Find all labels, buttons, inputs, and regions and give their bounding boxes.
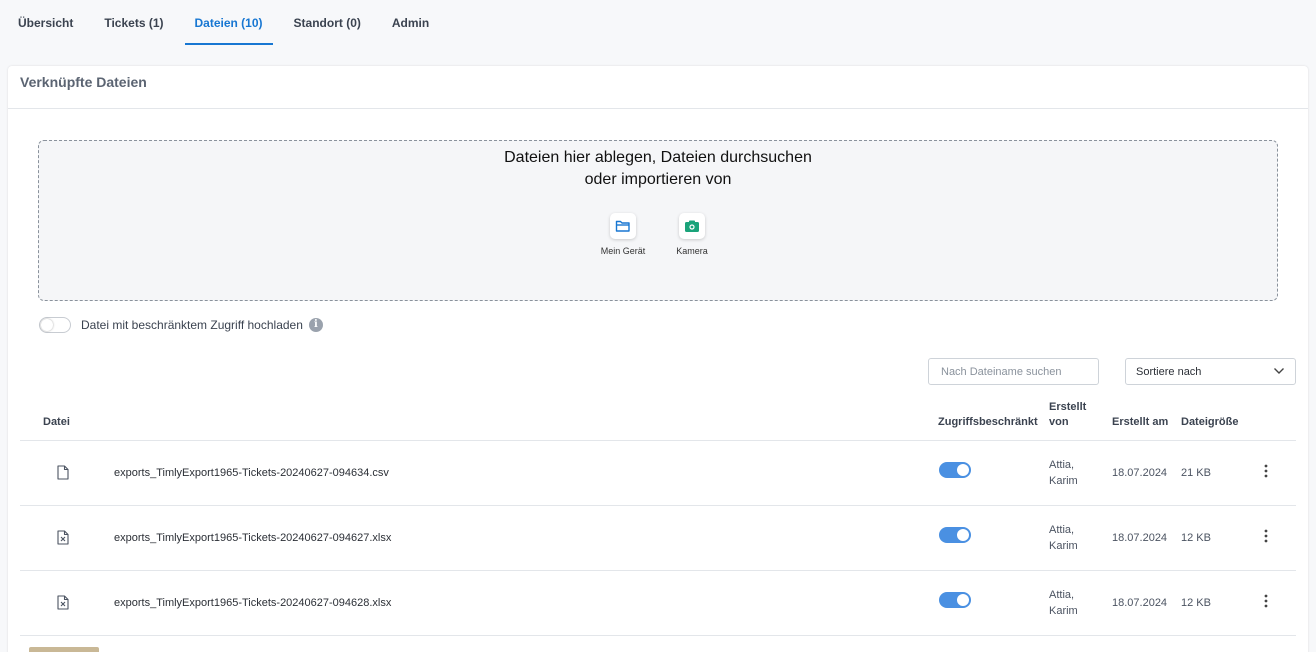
- author-first: Karim: [1049, 605, 1078, 617]
- restricted-toggle[interactable]: [939, 527, 971, 543]
- restricted-toggle[interactable]: [939, 592, 971, 608]
- excel-file-icon: [57, 595, 69, 613]
- dropzone-text: Dateien hier ablegen, Dateien durchsuche…: [39, 147, 1277, 191]
- tab-files[interactable]: Dateien (10): [184, 0, 273, 45]
- header-size[interactable]: Dateigröße: [1181, 415, 1238, 430]
- my-device-button[interactable]: Mein Gerät: [593, 213, 653, 256]
- folder-icon: [610, 213, 636, 239]
- table-header: Datei Zugriffsbeschränkt Erstellt von Er…: [20, 396, 1296, 441]
- more-options-icon[interactable]: [1256, 461, 1276, 481]
- file-name[interactable]: exports_TimlyExport1965-Tickets-20240627…: [114, 532, 391, 544]
- tab-admin[interactable]: Admin: [382, 0, 439, 45]
- table-row[interactable]: exports_TimlyExport1965-Tickets-20240627…: [20, 441, 1296, 506]
- created-date: 18.07.2024: [1112, 532, 1168, 544]
- restricted-upload-label: Datei mit beschränktem Zugriff hochladen: [81, 318, 303, 332]
- file-name[interactable]: exports_TimlyExport1965-Tickets-20240627…: [114, 597, 391, 609]
- camera-label: Kamera: [676, 246, 708, 256]
- my-device-label: Mein Gerät: [600, 246, 646, 256]
- header-created-by-line2: von: [1049, 416, 1069, 428]
- file-size: 12 KB: [1181, 597, 1211, 609]
- card-title: Verknüpfte Dateien: [8, 66, 1308, 109]
- tab-location[interactable]: Standort (0): [284, 0, 371, 45]
- header-restricted[interactable]: Zugriffsbeschränkt: [938, 415, 1038, 430]
- restricted-upload-row: Datei mit beschränktem Zugriff hochladen…: [39, 317, 323, 333]
- author-first: Karim: [1049, 540, 1078, 552]
- file-size: 21 KB: [1181, 467, 1211, 479]
- tab-overview[interactable]: Übersicht: [8, 0, 83, 45]
- camera-button[interactable]: Kamera: [662, 213, 722, 256]
- created-date: 18.07.2024: [1112, 597, 1168, 609]
- table-row[interactable]: exports_TimlyExport1965-Tickets-20240627…: [20, 506, 1296, 571]
- restricted-upload-toggle[interactable]: [39, 317, 71, 333]
- created-date: 18.07.2024: [1112, 467, 1168, 479]
- author: Attia, Karim: [1049, 457, 1078, 489]
- author-first: Karim: [1049, 475, 1078, 487]
- file-name[interactable]: exports_TimlyExport1965-Tickets-20240627…: [114, 467, 389, 479]
- author-last: Attia,: [1049, 459, 1075, 471]
- author: Attia, Karim: [1049, 522, 1078, 554]
- excel-file-icon: [57, 530, 69, 548]
- tab-tickets[interactable]: Tickets (1): [94, 0, 173, 45]
- file-dropzone[interactable]: Dateien hier ablegen, Dateien durchsuche…: [38, 140, 1278, 301]
- sort-label: Sortiere nach: [1136, 365, 1202, 378]
- header-created-at[interactable]: Erstellt am: [1112, 415, 1168, 430]
- info-icon[interactable]: i: [308, 318, 323, 332]
- header-created-by-line1: Erstellt: [1049, 401, 1087, 413]
- camera-icon: [679, 213, 705, 239]
- chevron-down-icon: [1273, 366, 1285, 378]
- more-options-icon[interactable]: [1256, 591, 1276, 611]
- author: Attia, Karim: [1049, 587, 1078, 619]
- dropzone-text-line2: oder importieren von: [584, 171, 732, 188]
- more-options-icon[interactable]: [1256, 526, 1276, 546]
- file-size: 12 KB: [1181, 532, 1211, 544]
- sort-dropdown[interactable]: Sortiere nach: [1125, 358, 1296, 385]
- author-last: Attia,: [1049, 524, 1075, 536]
- tab-bar: Übersicht Tickets (1) Dateien (10) Stand…: [0, 0, 1316, 46]
- linked-files-card: Verknüpfte Dateien Dateien hier ablegen,…: [8, 66, 1308, 652]
- restricted-toggle[interactable]: [939, 462, 971, 478]
- image-thumbnail[interactable]: [29, 647, 99, 652]
- dropzone-text-line1: Dateien hier ablegen, Dateien durchsuche…: [504, 149, 812, 166]
- file-icon: [57, 465, 69, 483]
- table-row[interactable]: exports_TimlyExport1965-Tickets-20240627…: [20, 571, 1296, 636]
- header-file[interactable]: Datei: [43, 415, 70, 430]
- author-last: Attia,: [1049, 589, 1075, 601]
- search-input[interactable]: [928, 358, 1099, 385]
- header-created-by[interactable]: Erstellt von: [1049, 400, 1086, 430]
